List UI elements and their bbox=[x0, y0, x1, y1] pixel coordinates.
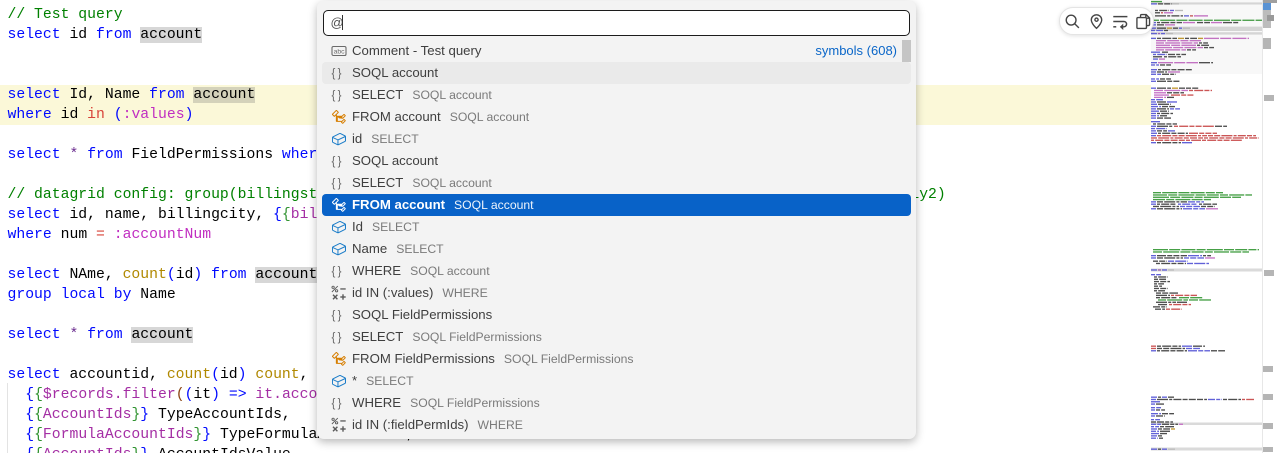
svg-text:{ }: { } bbox=[332, 156, 342, 168]
svg-text:abc: abc bbox=[334, 48, 346, 55]
svg-text:{ }: { } bbox=[332, 266, 342, 278]
svg-text:{ }: { } bbox=[332, 178, 342, 190]
svg-text:{ }: { } bbox=[332, 398, 342, 410]
svg-text:{ }: { } bbox=[332, 90, 342, 102]
svg-text:{ }: { } bbox=[332, 332, 342, 344]
svg-text:{ }: { } bbox=[332, 68, 342, 80]
svg-text:{ }: { } bbox=[332, 310, 342, 322]
